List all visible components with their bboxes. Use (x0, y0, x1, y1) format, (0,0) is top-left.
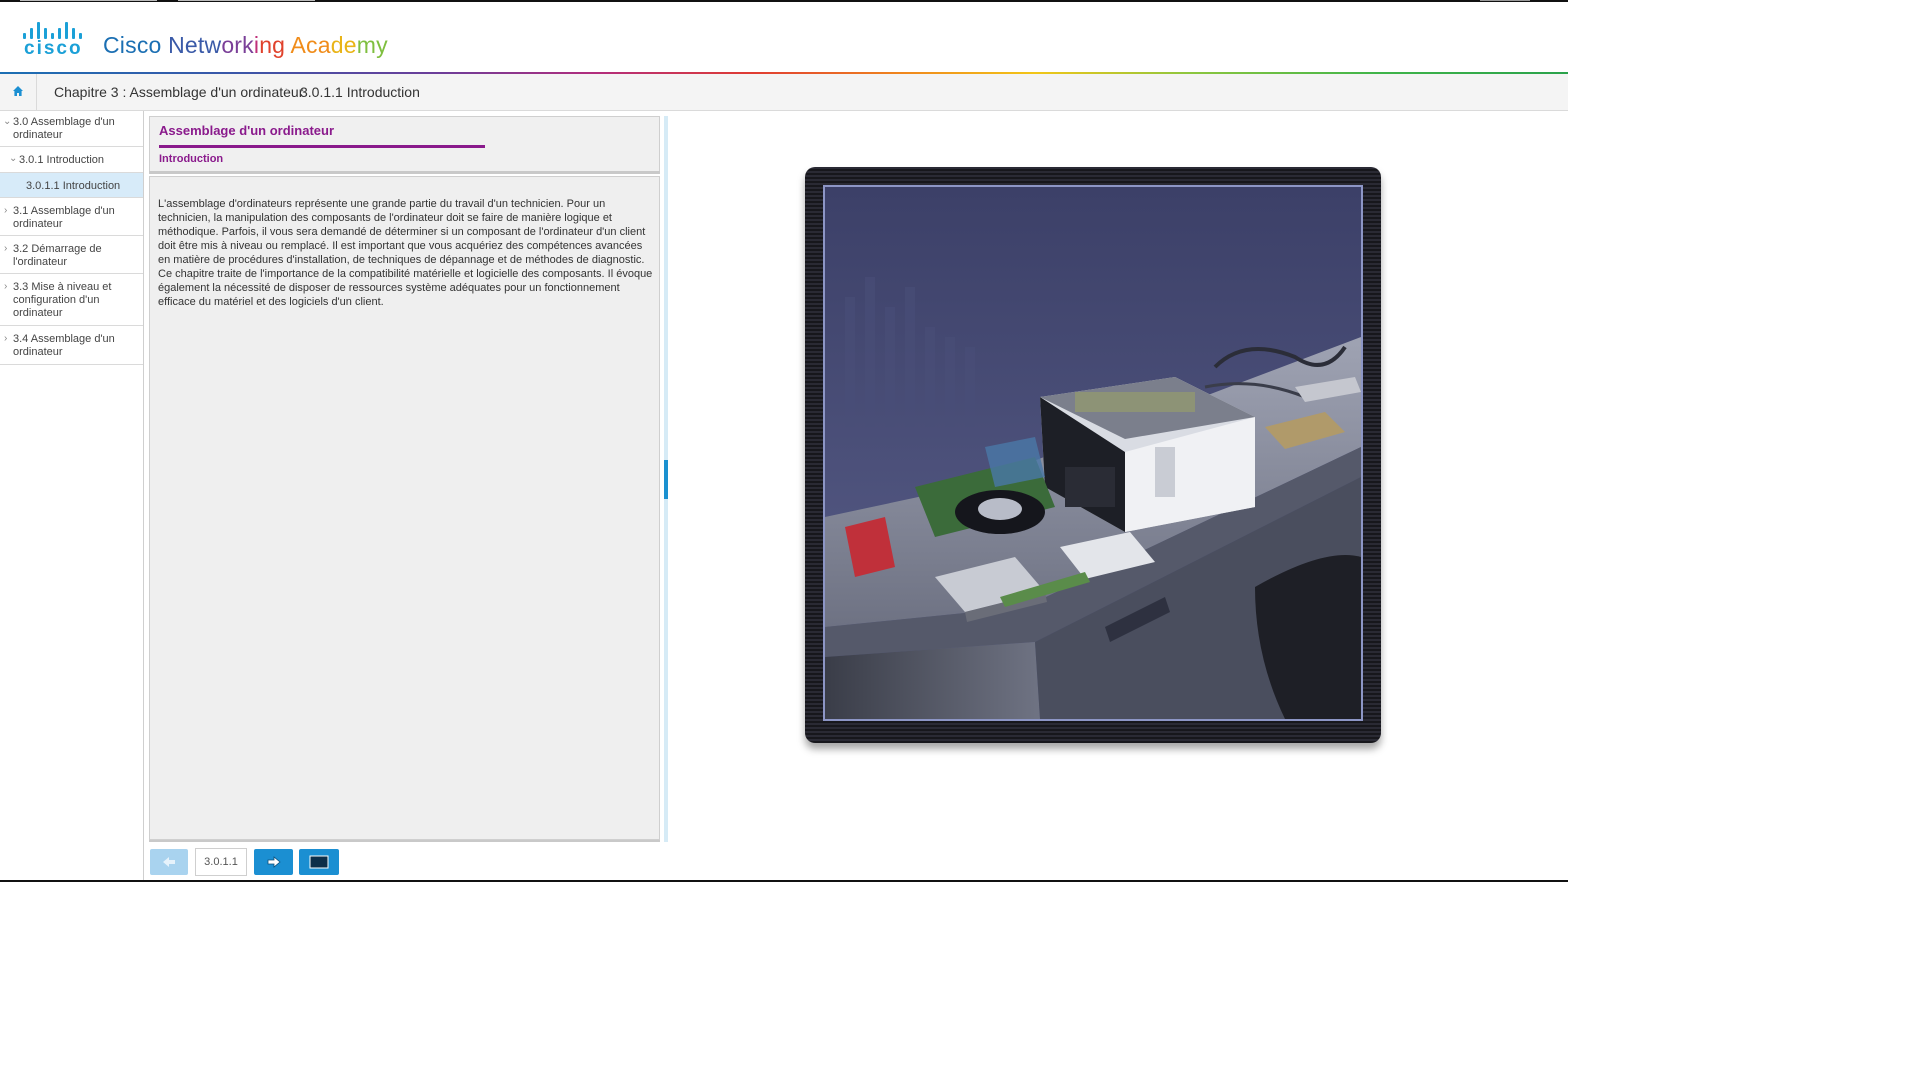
content-body: L'assemblage d'ordinateurs représente un… (149, 176, 660, 840)
chevron-down-icon: ⌄ (3, 116, 12, 127)
chevron-right-icon: › (4, 205, 8, 216)
page-subtitle: Introduction (159, 153, 224, 165)
sidebar-item-label: 3.4 Assemblage d'un ordinateur (13, 333, 115, 358)
illustration-graphic (825, 187, 1361, 719)
media-frame (805, 167, 1381, 743)
academy-title-part: Aca (290, 32, 331, 58)
chevron-down-icon: ⌄ (9, 153, 18, 164)
sidebar-item-3-0-1[interactable]: ⌄ 3.0.1 Introduction (0, 147, 143, 173)
academy-title-part: my (356, 32, 388, 58)
breadcrumb-separator: › (285, 82, 290, 98)
course-sidebar: ⌄ 3.0 Assemblage d'un ordinateur ⌄ 3.0.1… (0, 111, 144, 882)
sidebar-item-3-1[interactable]: › 3.1 Assemblage d'un ordinateur (0, 198, 143, 236)
previous-button[interactable] (150, 849, 188, 875)
computer-assembly-illustration (823, 185, 1363, 721)
cisco-logo[interactable]: cisco (20, 19, 90, 59)
home-icon (13, 86, 23, 96)
sidebar-item-3-0-1-1[interactable]: 3.0.1.1 Introduction (0, 173, 143, 198)
page-number: 3.0.1.1 (195, 848, 247, 876)
bottom-strip (0, 880, 1568, 882)
sidebar-item-label: 3.0 Assemblage d'un ordinateur (13, 116, 115, 141)
breadcrumb-chapter-link[interactable]: Chapitre 3 : Assemblage d'un ordinateur (54, 84, 303, 100)
arrow-left-icon (163, 857, 175, 867)
arrow-right-icon (267, 856, 281, 868)
academy-title-part: de (330, 32, 357, 58)
sidebar-item-label: 3.0.1 Introduction (19, 154, 105, 166)
media-view-icon (309, 855, 329, 869)
top-tab-indicator (178, 0, 315, 1)
academy-title-part: ork (221, 32, 254, 58)
title-underline (159, 145, 485, 148)
body-text: L'assemblage d'ordinateurs représente un… (158, 198, 653, 308)
media-view-button[interactable] (299, 849, 339, 875)
academy-title-part: ng (259, 32, 291, 58)
next-button[interactable] (254, 849, 293, 875)
sidebar-item-3-0[interactable]: ⌄ 3.0 Assemblage d'un ordinateur (0, 111, 143, 147)
sidebar-item-label: 3.1 Assemblage d'un ordinateur (13, 205, 115, 230)
sidebar-item-label: 3.2 Démarrage de l'ordinateur (13, 243, 102, 268)
top-tab-indicator (20, 0, 157, 1)
cisco-bridge-icon (20, 19, 88, 39)
splitter-handle[interactable] (664, 460, 668, 499)
content-header: Assemblage d'un ordinateur Introduction (149, 116, 660, 172)
sidebar-item-3-4[interactable]: › 3.4 Assemblage d'un ordinateur (0, 326, 143, 365)
chevron-right-icon: › (4, 333, 8, 344)
body-shadow (149, 840, 660, 842)
cisco-wordmark: cisco (24, 38, 83, 59)
academy-title-part: Netw (168, 32, 222, 58)
top-tab-indicator (1480, 0, 1530, 1)
page-title: Assemblage d'un ordinateur (159, 123, 335, 138)
home-button[interactable] (0, 74, 37, 110)
sidebar-item-label: 3.3 Mise à niveau et configuration d'un … (13, 281, 112, 319)
academy-title-part: Cisco (103, 32, 169, 58)
chevron-right-icon: › (4, 243, 8, 254)
chevron-right-icon: › (4, 281, 8, 292)
sidebar-item-label: 3.0.1.1 Introduction (26, 180, 121, 192)
sidebar-item-3-2[interactable]: › 3.2 Démarrage de l'ordinateur (0, 236, 143, 274)
header: cisco Cisco Networking Academy (0, 2, 1568, 72)
breadcrumb: Chapitre 3 : Assemblage d'un ordinateur … (0, 74, 1568, 111)
header-shadow (149, 171, 660, 174)
breadcrumb-current: 3.0.1.1 Introduction (300, 84, 420, 100)
academy-title: Cisco Networking Academy (103, 32, 388, 59)
sidebar-item-3-3[interactable]: › 3.3 Mise à niveau et configuration d'u… (0, 274, 143, 326)
